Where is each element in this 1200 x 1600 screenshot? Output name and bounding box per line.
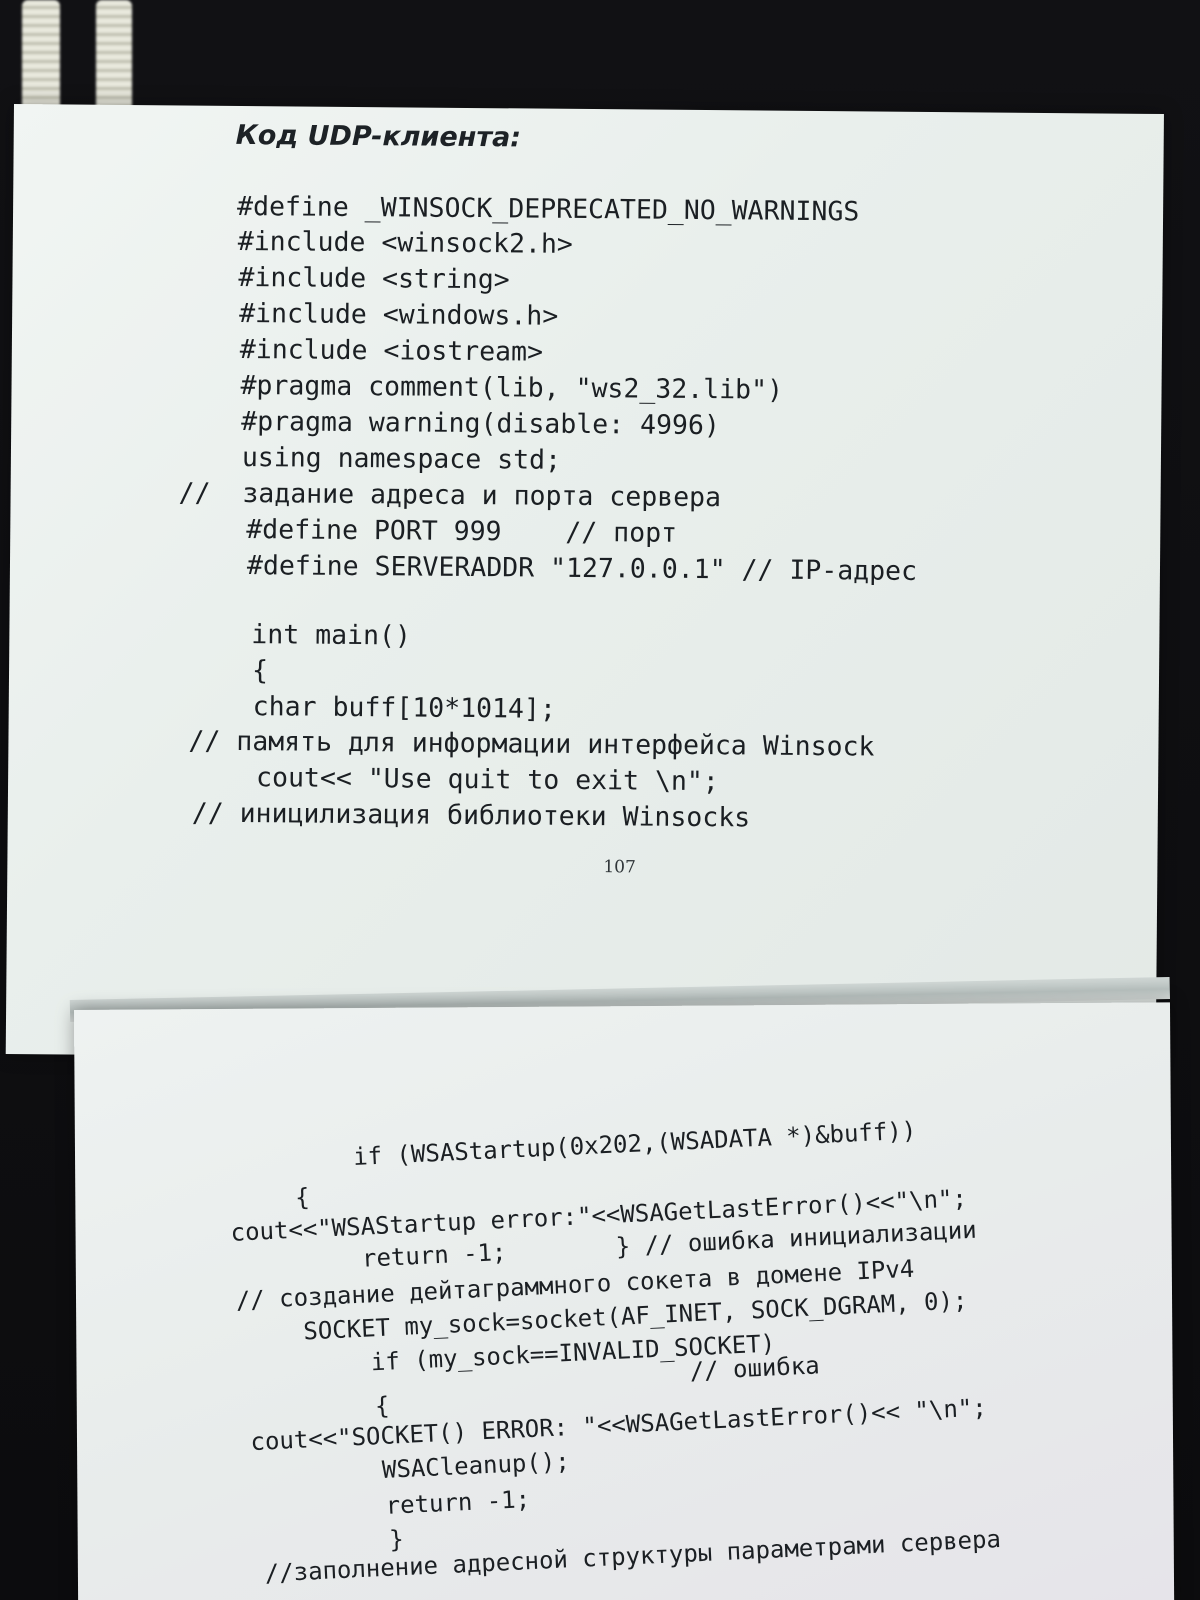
code-line: #define SERVERADDR "127.0.0.1" // IP-адр… [246, 550, 918, 587]
code-comment: // ошибка [689, 1351, 821, 1386]
code-line: cout<<"SOCKET() ERROR: "<<WSAGetLastErro… [249, 1393, 988, 1457]
code-line: using namespace std; [241, 442, 562, 476]
code-comment: // иницилизация библиотеки Winsocks [191, 797, 751, 834]
code-line: #define _WINSOCK_DEPRECATED_NO_WARNINGS [236, 190, 860, 228]
code-line: { [374, 1391, 391, 1421]
code-line: if (WSAStartup(0x202,(WSADATA *)&buff)) [352, 1116, 917, 1171]
code-comment: //заполнение адресной структуры параметр… [264, 1524, 1002, 1588]
code-line: #include <string> [238, 261, 510, 296]
code-line: return -1; [361, 1237, 508, 1273]
code-line: #pragma comment(lib, "ws2_32.lib") [240, 369, 784, 406]
code-line: { [251, 655, 269, 687]
code-line: #include <iostream> [239, 333, 544, 368]
photo-scene: Код UDP-клиента: #define _WINSOCK_DEPREC… [0, 0, 1200, 1600]
code-line: #define PORT 999 // порт [246, 514, 678, 549]
lamp-reflection [22, 0, 60, 118]
code-line: } [388, 1525, 405, 1554]
code-comment: // память для информации интерфейса Wins… [188, 725, 875, 763]
code-line: int main() [251, 619, 412, 652]
code-line: char buff[10*1014]; [252, 691, 557, 725]
code-line: #include <winsock2.h> [237, 225, 573, 260]
section-heading: Код UDP-клиента: [235, 119, 522, 154]
code-line: #include <windows.h> [239, 297, 559, 332]
page-number: 107 [603, 857, 636, 878]
document-page-bottom: if (WSAStartup(0x202,(WSADATA *)&buff)) … [74, 1002, 1175, 1600]
code-line: { [294, 1183, 311, 1212]
code-line: #pragma warning(disable: 4996) [241, 405, 720, 442]
code-line: WSACleanup(); [381, 1447, 571, 1484]
document-page-top: Код UDP-клиента: #define _WINSOCK_DEPREC… [5, 104, 1164, 1064]
code-comment: // задание адреса и порта сервера [178, 477, 722, 514]
code-line: return -1; [385, 1485, 531, 1520]
code-line: cout<< "Use quit to exit \n"; [255, 762, 719, 798]
